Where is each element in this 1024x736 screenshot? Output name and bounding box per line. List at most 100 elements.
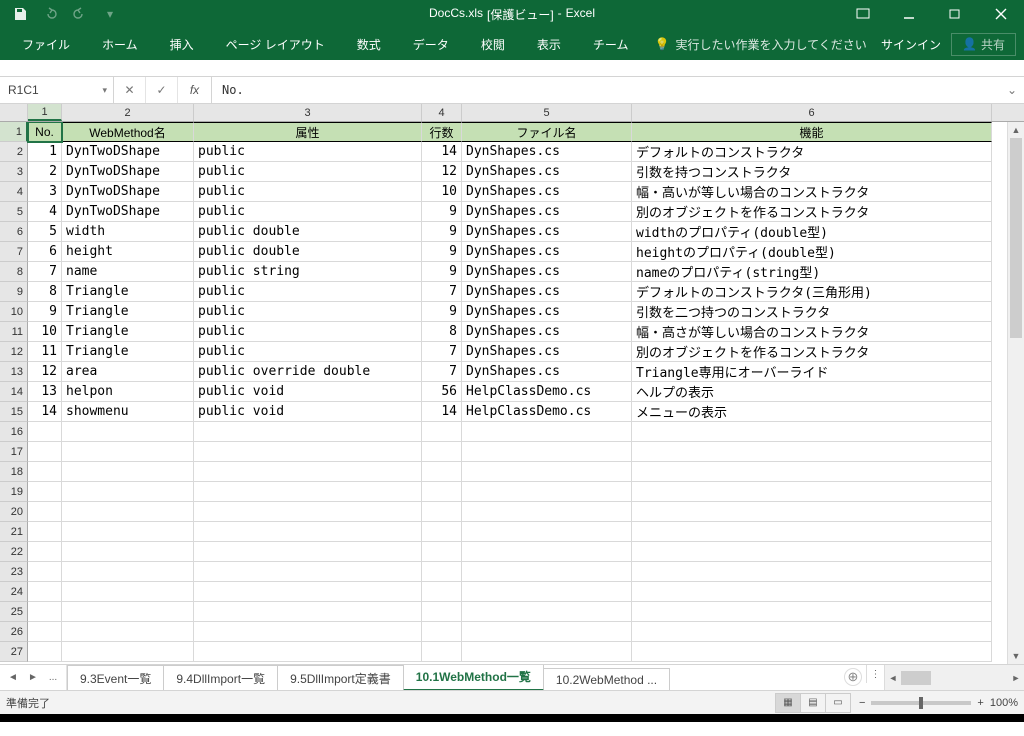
cell[interactable]	[422, 522, 462, 542]
cell[interactable]	[422, 422, 462, 442]
cell[interactable]: DynTwoDShape	[62, 142, 194, 162]
cell[interactable]	[62, 482, 194, 502]
cell[interactable]	[422, 502, 462, 522]
cell[interactable]	[632, 522, 992, 542]
select-all-corner[interactable]	[0, 104, 28, 121]
page-break-view-button[interactable]: ▭	[825, 693, 851, 713]
cell[interactable]: 11	[28, 342, 62, 362]
cell[interactable]	[632, 642, 992, 662]
normal-view-button[interactable]: ▦	[775, 693, 801, 713]
cell[interactable]	[62, 642, 194, 662]
enter-formula-icon[interactable]: ✓	[146, 77, 178, 103]
tab-view[interactable]: 表示	[523, 30, 575, 59]
cell[interactable]: public	[194, 322, 422, 342]
cell[interactable]	[632, 562, 992, 582]
cell[interactable]: 7	[422, 342, 462, 362]
row-header[interactable]: 20	[0, 502, 28, 522]
row-header[interactable]: 3	[0, 162, 28, 182]
cell[interactable]: HelpClassDemo.cs	[462, 402, 632, 422]
cell[interactable]	[462, 582, 632, 602]
row-header[interactable]: 25	[0, 602, 28, 622]
cell[interactable]	[462, 422, 632, 442]
tab-file[interactable]: ファイル	[8, 30, 84, 59]
cell[interactable]	[462, 522, 632, 542]
tab-formulas[interactable]: 数式	[343, 30, 395, 59]
column-header[interactable]: 2	[62, 104, 194, 121]
row-header[interactable]: 4	[0, 182, 28, 202]
sheet-tab[interactable]: 9.3Event一覧	[67, 665, 164, 690]
tab-team[interactable]: チーム	[579, 30, 643, 59]
cell[interactable]	[632, 542, 992, 562]
save-icon[interactable]	[6, 2, 34, 26]
cell[interactable]	[462, 442, 632, 462]
cell[interactable]	[62, 522, 194, 542]
sign-in-link[interactable]: サインイン	[881, 36, 941, 53]
cell[interactable]: 5	[28, 222, 62, 242]
cell[interactable]: 7	[422, 362, 462, 382]
cell[interactable]	[632, 502, 992, 522]
cell[interactable]: public	[194, 342, 422, 362]
tab-split-handle[interactable]: ⋮	[866, 665, 884, 683]
cell[interactable]: 14	[422, 402, 462, 422]
cell[interactable]	[194, 562, 422, 582]
zoom-slider[interactable]	[871, 701, 971, 705]
horizontal-scrollbar[interactable]: ◄ ►	[884, 665, 1024, 690]
cell[interactable]	[28, 642, 62, 662]
cell[interactable]	[28, 442, 62, 462]
cell[interactable]: No.	[28, 122, 62, 142]
cell[interactable]	[632, 622, 992, 642]
name-box[interactable]: R1C1	[0, 77, 114, 103]
cell[interactable]: 機能	[632, 122, 992, 142]
share-button[interactable]: 👤 共有	[951, 33, 1016, 56]
cell[interactable]: nameのプロパティ(string型)	[632, 262, 992, 282]
cell[interactable]	[62, 462, 194, 482]
cell[interactable]	[462, 482, 632, 502]
undo-icon[interactable]	[36, 2, 64, 26]
cell[interactable]: Triangle	[62, 342, 194, 362]
cell[interactable]: DynShapes.cs	[462, 262, 632, 282]
cell[interactable]	[194, 582, 422, 602]
cell[interactable]	[632, 422, 992, 442]
cell[interactable]: 56	[422, 382, 462, 402]
cell[interactable]: HelpClassDemo.cs	[462, 382, 632, 402]
cell[interactable]: DynShapes.cs	[462, 142, 632, 162]
cell[interactable]	[28, 462, 62, 482]
cell[interactable]: 12	[422, 162, 462, 182]
cell[interactable]	[462, 602, 632, 622]
cell[interactable]	[422, 602, 462, 622]
cell[interactable]	[194, 602, 422, 622]
cell[interactable]: 別のオブジェクトを作るコンストラクタ	[632, 342, 992, 362]
cell[interactable]	[28, 482, 62, 502]
cell[interactable]: 14	[28, 402, 62, 422]
tab-page-layout[interactable]: ページ レイアウト	[212, 30, 339, 59]
cell[interactable]: Triangle	[62, 282, 194, 302]
row-header[interactable]: 10	[0, 302, 28, 322]
cell[interactable]	[462, 642, 632, 662]
cell[interactable]: メニューの表示	[632, 402, 992, 422]
tab-insert[interactable]: 挿入	[156, 30, 208, 59]
cell[interactable]: DynShapes.cs	[462, 202, 632, 222]
cell[interactable]: height	[62, 242, 194, 262]
cell[interactable]	[28, 522, 62, 542]
cell[interactable]	[194, 462, 422, 482]
row-header[interactable]: 5	[0, 202, 28, 222]
cell[interactable]: 3	[28, 182, 62, 202]
cell[interactable]	[28, 602, 62, 622]
cell[interactable]: showmenu	[62, 402, 194, 422]
cell[interactable]: public override double	[194, 362, 422, 382]
cell[interactable]: widthのプロパティ(double型)	[632, 222, 992, 242]
cell[interactable]	[194, 422, 422, 442]
cell[interactable]	[28, 422, 62, 442]
cell[interactable]	[632, 482, 992, 502]
add-sheet-button[interactable]: ⊕	[844, 668, 862, 686]
scroll-right-icon[interactable]: ►	[1008, 673, 1024, 683]
cell[interactable]: デフォルトのコンストラクタ(三角形用)	[632, 282, 992, 302]
ribbon-display-icon[interactable]	[840, 0, 886, 28]
cell[interactable]	[422, 582, 462, 602]
cell[interactable]	[62, 502, 194, 522]
cell[interactable]: 引数を二つ持つのコンストラクタ	[632, 302, 992, 322]
expand-formula-bar-icon[interactable]: ⌄	[1000, 77, 1024, 103]
cell[interactable]: public void	[194, 402, 422, 422]
cell[interactable]: public	[194, 162, 422, 182]
row-header[interactable]: 18	[0, 462, 28, 482]
